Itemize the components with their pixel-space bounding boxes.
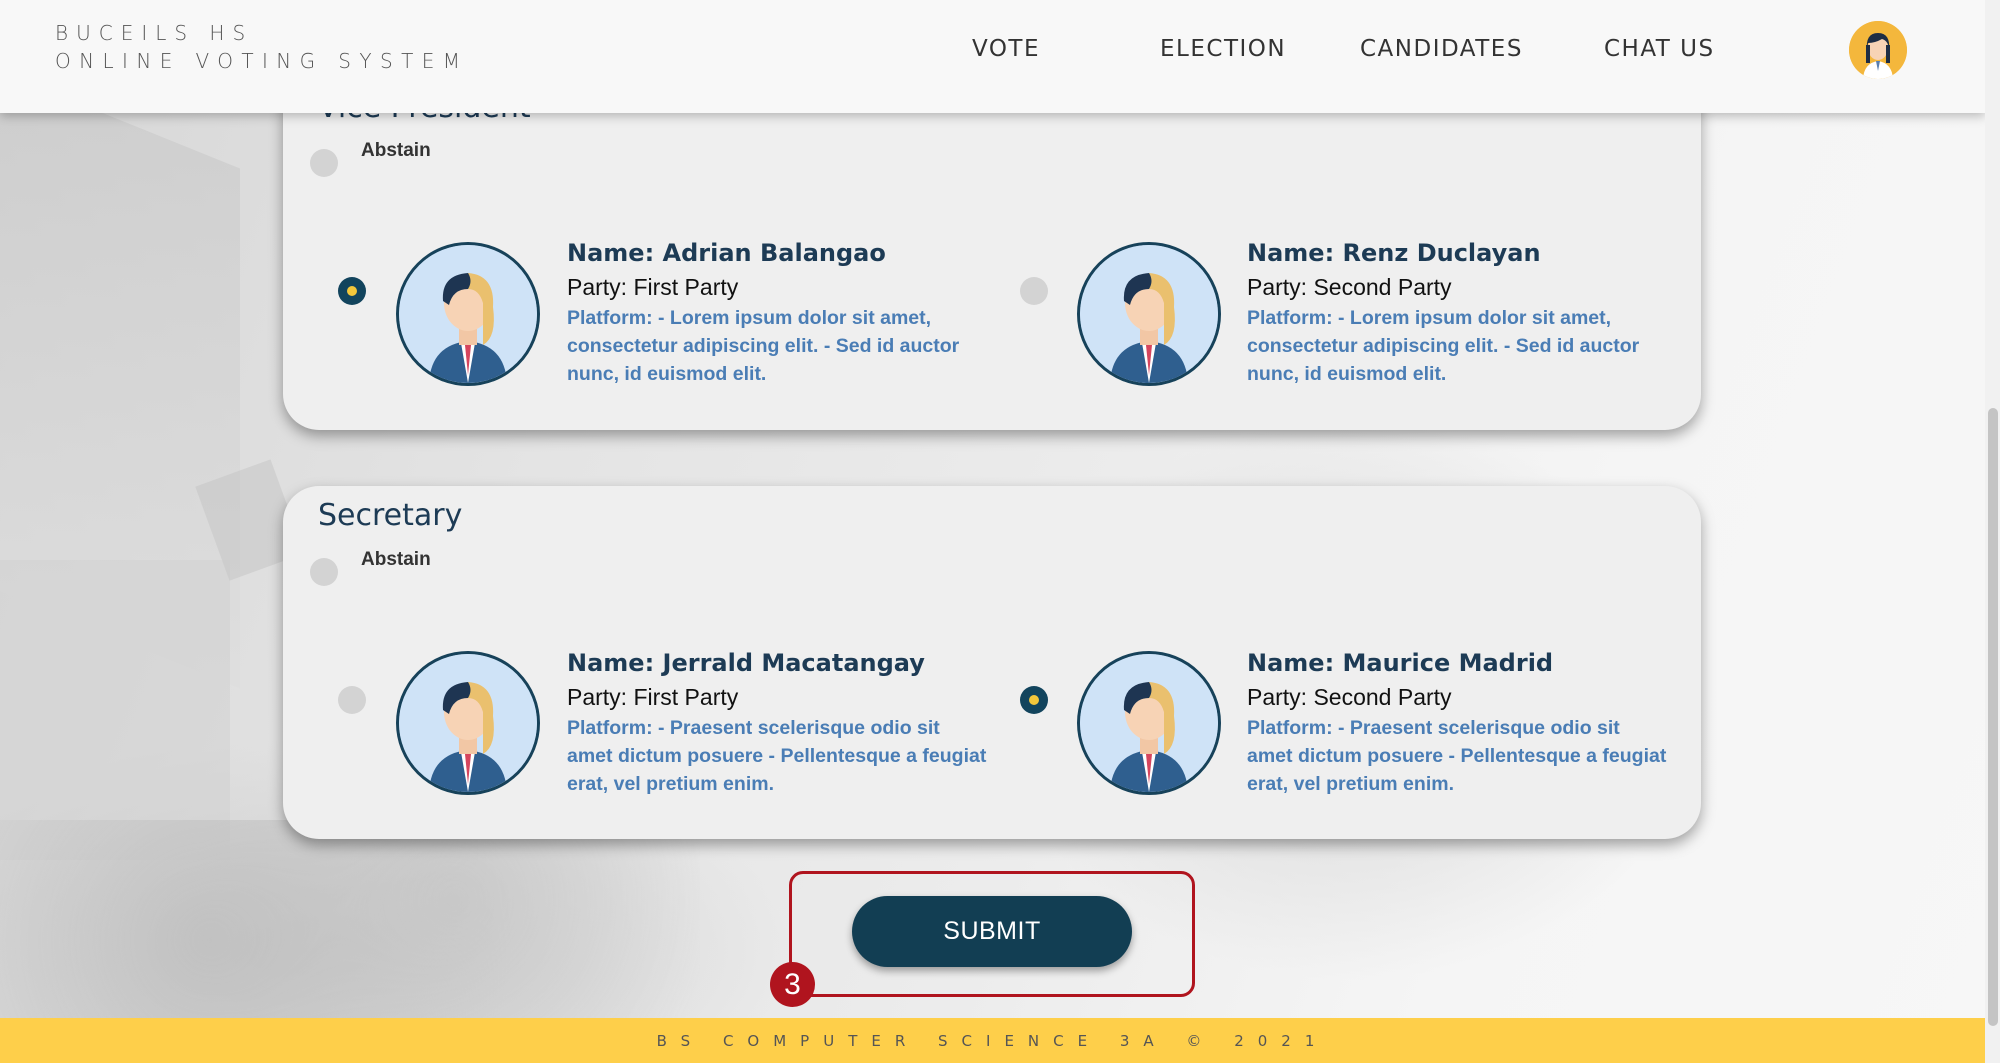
nav-election[interactable]: ELECTION xyxy=(1160,36,1286,62)
candidate-party: Party: Second Party xyxy=(1247,684,1452,710)
nav-candidates[interactable]: CANDIDATES xyxy=(1360,36,1523,62)
candidate-name: Name: Adrian Balangao xyxy=(567,239,886,267)
candidate-photo xyxy=(1077,651,1221,795)
person-avatar-icon xyxy=(399,654,537,792)
candidate-party: Party: First Party xyxy=(567,684,739,710)
background-wall xyxy=(0,560,230,860)
vice-president-card: Vice President Abstain Name: Adrian Bala… xyxy=(283,70,1701,430)
candidate-party: Party: First Party xyxy=(567,274,739,300)
abstain-label: Abstain xyxy=(361,549,431,570)
candidate-platform: Platform: - Lorem ipsum dolor sit amet, … xyxy=(1247,307,1640,385)
candidate-photo xyxy=(396,242,540,386)
candidate-photo xyxy=(396,651,540,795)
candidate-radio[interactable] xyxy=(1020,277,1048,305)
person-avatar-icon xyxy=(399,245,537,383)
brand-subtitle: ONLINE VOTING SYSTEM xyxy=(55,49,469,73)
candidate-platform: Platform: - Praesent scelerisque odio si… xyxy=(567,717,987,795)
nav-chat-us[interactable]: CHAT US xyxy=(1604,36,1715,62)
candidate-party: Party: Second Party xyxy=(1247,274,1452,300)
abstain-radio[interactable] xyxy=(310,558,338,586)
candidate-photo xyxy=(1077,242,1221,386)
secretary-card: Secretary Abstain Name: Jerrald Macatang… xyxy=(283,486,1701,839)
abstain-radio[interactable] xyxy=(310,149,338,177)
person-avatar-icon xyxy=(1080,245,1218,383)
position-title: Secretary xyxy=(318,498,463,533)
candidate-name: Name: Renz Duclayan xyxy=(1247,239,1541,267)
step-badge: 3 xyxy=(770,962,815,1007)
candidate-name: Name: Maurice Madrid xyxy=(1247,649,1554,677)
top-navbar: BUCEILS HS ONLINE VOTING SYSTEM VOTE ELE… xyxy=(0,0,1985,113)
submit-button[interactable]: SUBMIT xyxy=(852,896,1132,967)
footer-bar: BS COMPUTER SCIENCE 3A © 2021 xyxy=(0,1018,1985,1063)
footer-copyright: BS COMPUTER SCIENCE 3A © 2021 xyxy=(656,1032,1329,1050)
scrollbar-thumb[interactable] xyxy=(1988,408,1998,1026)
user-avatar[interactable] xyxy=(1849,21,1907,79)
candidate-name: Name: Jerrald Macatangay xyxy=(567,649,925,677)
nav-vote[interactable]: VOTE xyxy=(972,36,1040,62)
background-plants xyxy=(0,820,700,1020)
candidate-radio[interactable] xyxy=(1020,686,1048,714)
person-avatar-icon xyxy=(1080,654,1218,792)
user-avatar-icon xyxy=(1849,21,1907,79)
candidate-radio[interactable] xyxy=(338,277,366,305)
brand-school-name: BUCEILS HS xyxy=(55,21,254,45)
abstain-label: Abstain xyxy=(361,140,431,161)
candidate-radio[interactable] xyxy=(338,686,366,714)
candidate-platform: Platform: - Praesent scelerisque odio si… xyxy=(1247,717,1667,795)
candidate-platform: Platform: - Lorem ipsum dolor sit amet, … xyxy=(567,307,960,385)
